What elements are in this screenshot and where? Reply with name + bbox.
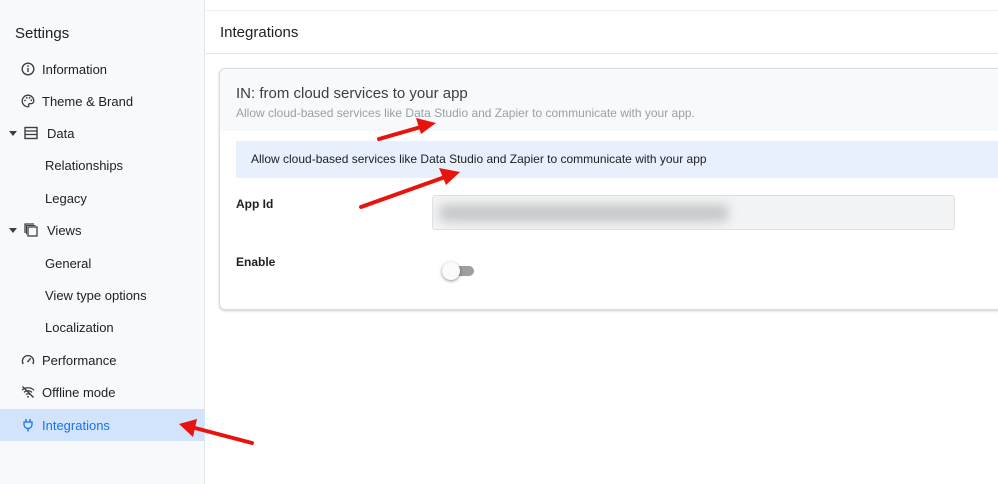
- palette-icon: [21, 94, 35, 108]
- sidebar-item-general[interactable]: General: [0, 247, 205, 279]
- app-id-redacted-value: [439, 204, 729, 222]
- sidebar-item-localization[interactable]: Localization: [0, 311, 205, 343]
- card-title: IN: from cloud services to your app: [236, 85, 468, 102]
- speedometer-icon: [21, 353, 35, 367]
- sidebar-title: Settings: [15, 25, 70, 42]
- sidebar-item-label: Relationships: [45, 157, 124, 173]
- sidebar-item-relationships[interactable]: Relationships: [0, 149, 205, 181]
- enable-toggle[interactable]: [442, 262, 474, 280]
- app-id-label: App Id: [236, 197, 274, 211]
- caret-down-icon[interactable]: [9, 130, 17, 136]
- sidebar-item-label: Data: [47, 125, 75, 141]
- sidebar-item-views[interactable]: Views: [0, 214, 205, 246]
- card-subtitle: Allow cloud-based services like Data Stu…: [236, 106, 695, 120]
- sidebar-item-label: Integrations: [42, 417, 110, 433]
- plug-icon: [21, 418, 35, 432]
- toggle-thumb: [442, 262, 460, 280]
- card-header: IN: from cloud services to your app Allo…: [220, 69, 998, 131]
- banner-text: Allow cloud-based services like Data Stu…: [251, 152, 707, 166]
- sidebar-item-label: Localization: [45, 319, 114, 335]
- sidebar-item-label: Performance: [42, 352, 117, 368]
- sidebar-item-label: Theme & Brand: [42, 93, 134, 109]
- sidebar-item-label: Views: [47, 222, 82, 238]
- table-icon: [24, 126, 38, 140]
- sidebar-item-label: View type options: [45, 287, 147, 303]
- sidebar-item-legacy[interactable]: Legacy: [0, 182, 205, 214]
- page-header: Integrations: [206, 10, 998, 54]
- sidebar-item-integrations[interactable]: Integrations: [0, 409, 205, 441]
- sidebar-item-performance[interactable]: Performance: [0, 344, 205, 376]
- page-title: Integrations: [220, 24, 299, 41]
- sidebar-item-view-type-options[interactable]: View type options: [0, 279, 205, 311]
- sidebar-item-offline-mode[interactable]: Offline mode: [0, 376, 205, 408]
- sidebar-item-label: Legacy: [45, 190, 87, 206]
- sidebar-item-theme-brand[interactable]: Theme & Brand: [0, 85, 205, 117]
- views-icon: [24, 223, 38, 237]
- settings-sidebar: Settings Information Theme & Brand Data …: [0, 0, 205, 484]
- enable-label: Enable: [236, 255, 276, 269]
- info-banner: Allow cloud-based services like Data Stu…: [236, 141, 998, 178]
- sidebar-item-label: General: [45, 255, 92, 271]
- sidebar-item-label: Offline mode: [42, 384, 116, 400]
- caret-down-icon[interactable]: [9, 227, 17, 233]
- info-icon: [21, 62, 35, 76]
- sidebar-item-label: Information: [42, 61, 108, 77]
- wifi-off-icon: [21, 385, 35, 399]
- integration-card: IN: from cloud services to your app Allo…: [219, 68, 998, 310]
- app-id-field[interactable]: [432, 195, 955, 230]
- sidebar-item-information[interactable]: Information: [0, 53, 205, 85]
- sidebar-item-data[interactable]: Data: [0, 117, 205, 149]
